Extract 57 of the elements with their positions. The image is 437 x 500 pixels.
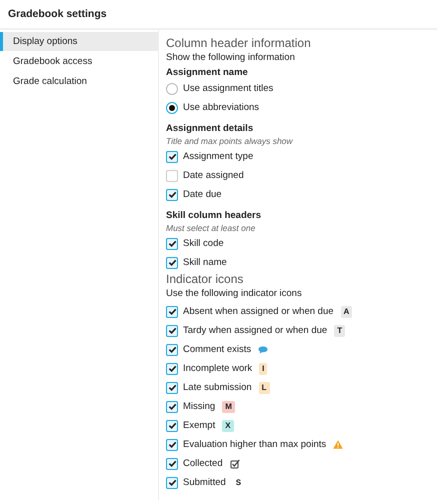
group-heading: Assignment name — [166, 66, 249, 79]
group-note: Title and max points always show — [166, 135, 294, 147]
checkbox[interactable] — [166, 188, 178, 200]
checkbox[interactable] — [166, 400, 178, 412]
checkbox[interactable] — [166, 344, 178, 356]
checkbox-label: Exempt — [183, 420, 216, 431]
indicator-badge: L — [258, 382, 270, 394]
indicator-badge: T — [334, 324, 346, 336]
checked-box-icon — [230, 458, 240, 468]
checkbox-label: Submitted — [183, 477, 226, 488]
checkbox[interactable] — [166, 438, 178, 450]
section-subtitle: Use the following indicator icons — [166, 287, 303, 300]
checkbox[interactable] — [166, 324, 178, 336]
checkbox-label: Date assigned — [183, 170, 244, 181]
section-title: Indicator icons — [166, 272, 244, 287]
checkbox-label: Comment exists — [183, 344, 252, 355]
checkbox[interactable] — [166, 382, 178, 394]
indicator-badge: A — [340, 306, 352, 318]
group-heading: Assignment details — [166, 122, 254, 135]
group-heading: Skill column headers — [166, 209, 262, 222]
checkbox-label: Assignment type — [183, 151, 254, 162]
checkbox-label: Skill name — [183, 257, 227, 268]
checkbox-label: Absent when assigned or when due — [183, 306, 334, 317]
checkbox[interactable] — [166, 476, 178, 488]
checkbox[interactable] — [166, 458, 178, 470]
warning-icon — [333, 440, 344, 449]
radio-button[interactable] — [166, 82, 178, 94]
checkbox[interactable] — [166, 238, 178, 250]
checkbox[interactable] — [166, 150, 178, 162]
checkbox-label: Tardy when assigned or when due — [183, 325, 328, 336]
group-note: Must select at least one — [166, 222, 256, 234]
checkbox[interactable] — [166, 170, 178, 182]
indicator-badge: I — [259, 362, 268, 374]
section-subtitle: Show the following information — [166, 51, 296, 64]
checkbox[interactable] — [166, 306, 178, 318]
checkbox-label: Collected — [183, 458, 223, 469]
checkbox[interactable] — [166, 420, 178, 432]
checkbox-label: Missing — [183, 401, 216, 412]
indicator-badge: X — [222, 420, 234, 432]
window-title: Gradebook settings — [8, 8, 107, 20]
sidebar-item[interactable]: Gradebook access — [0, 52, 158, 71]
checkbox-label: Evaluation higher than max points — [183, 439, 326, 450]
radio-label: Use assignment titles — [183, 83, 274, 94]
radio-label: Use abbreviations — [183, 102, 260, 113]
indicator-letter: S — [234, 476, 242, 488]
checkbox-label: Date due — [183, 189, 222, 200]
checkbox-label: Late submission — [183, 382, 252, 393]
checkbox-label: Skill code — [183, 238, 224, 249]
checkbox-label: Incomplete work — [183, 363, 252, 374]
speech-bubble-icon — [258, 346, 268, 354]
sidebar-item[interactable]: Display options — [0, 32, 158, 51]
checkbox[interactable] — [166, 256, 178, 268]
section-title: Column header information — [166, 36, 312, 51]
checkbox[interactable] — [166, 362, 178, 374]
indicator-badge: M — [222, 400, 235, 412]
radio-button[interactable] — [166, 102, 178, 114]
sidebar-item[interactable]: Grade calculation — [0, 72, 158, 91]
